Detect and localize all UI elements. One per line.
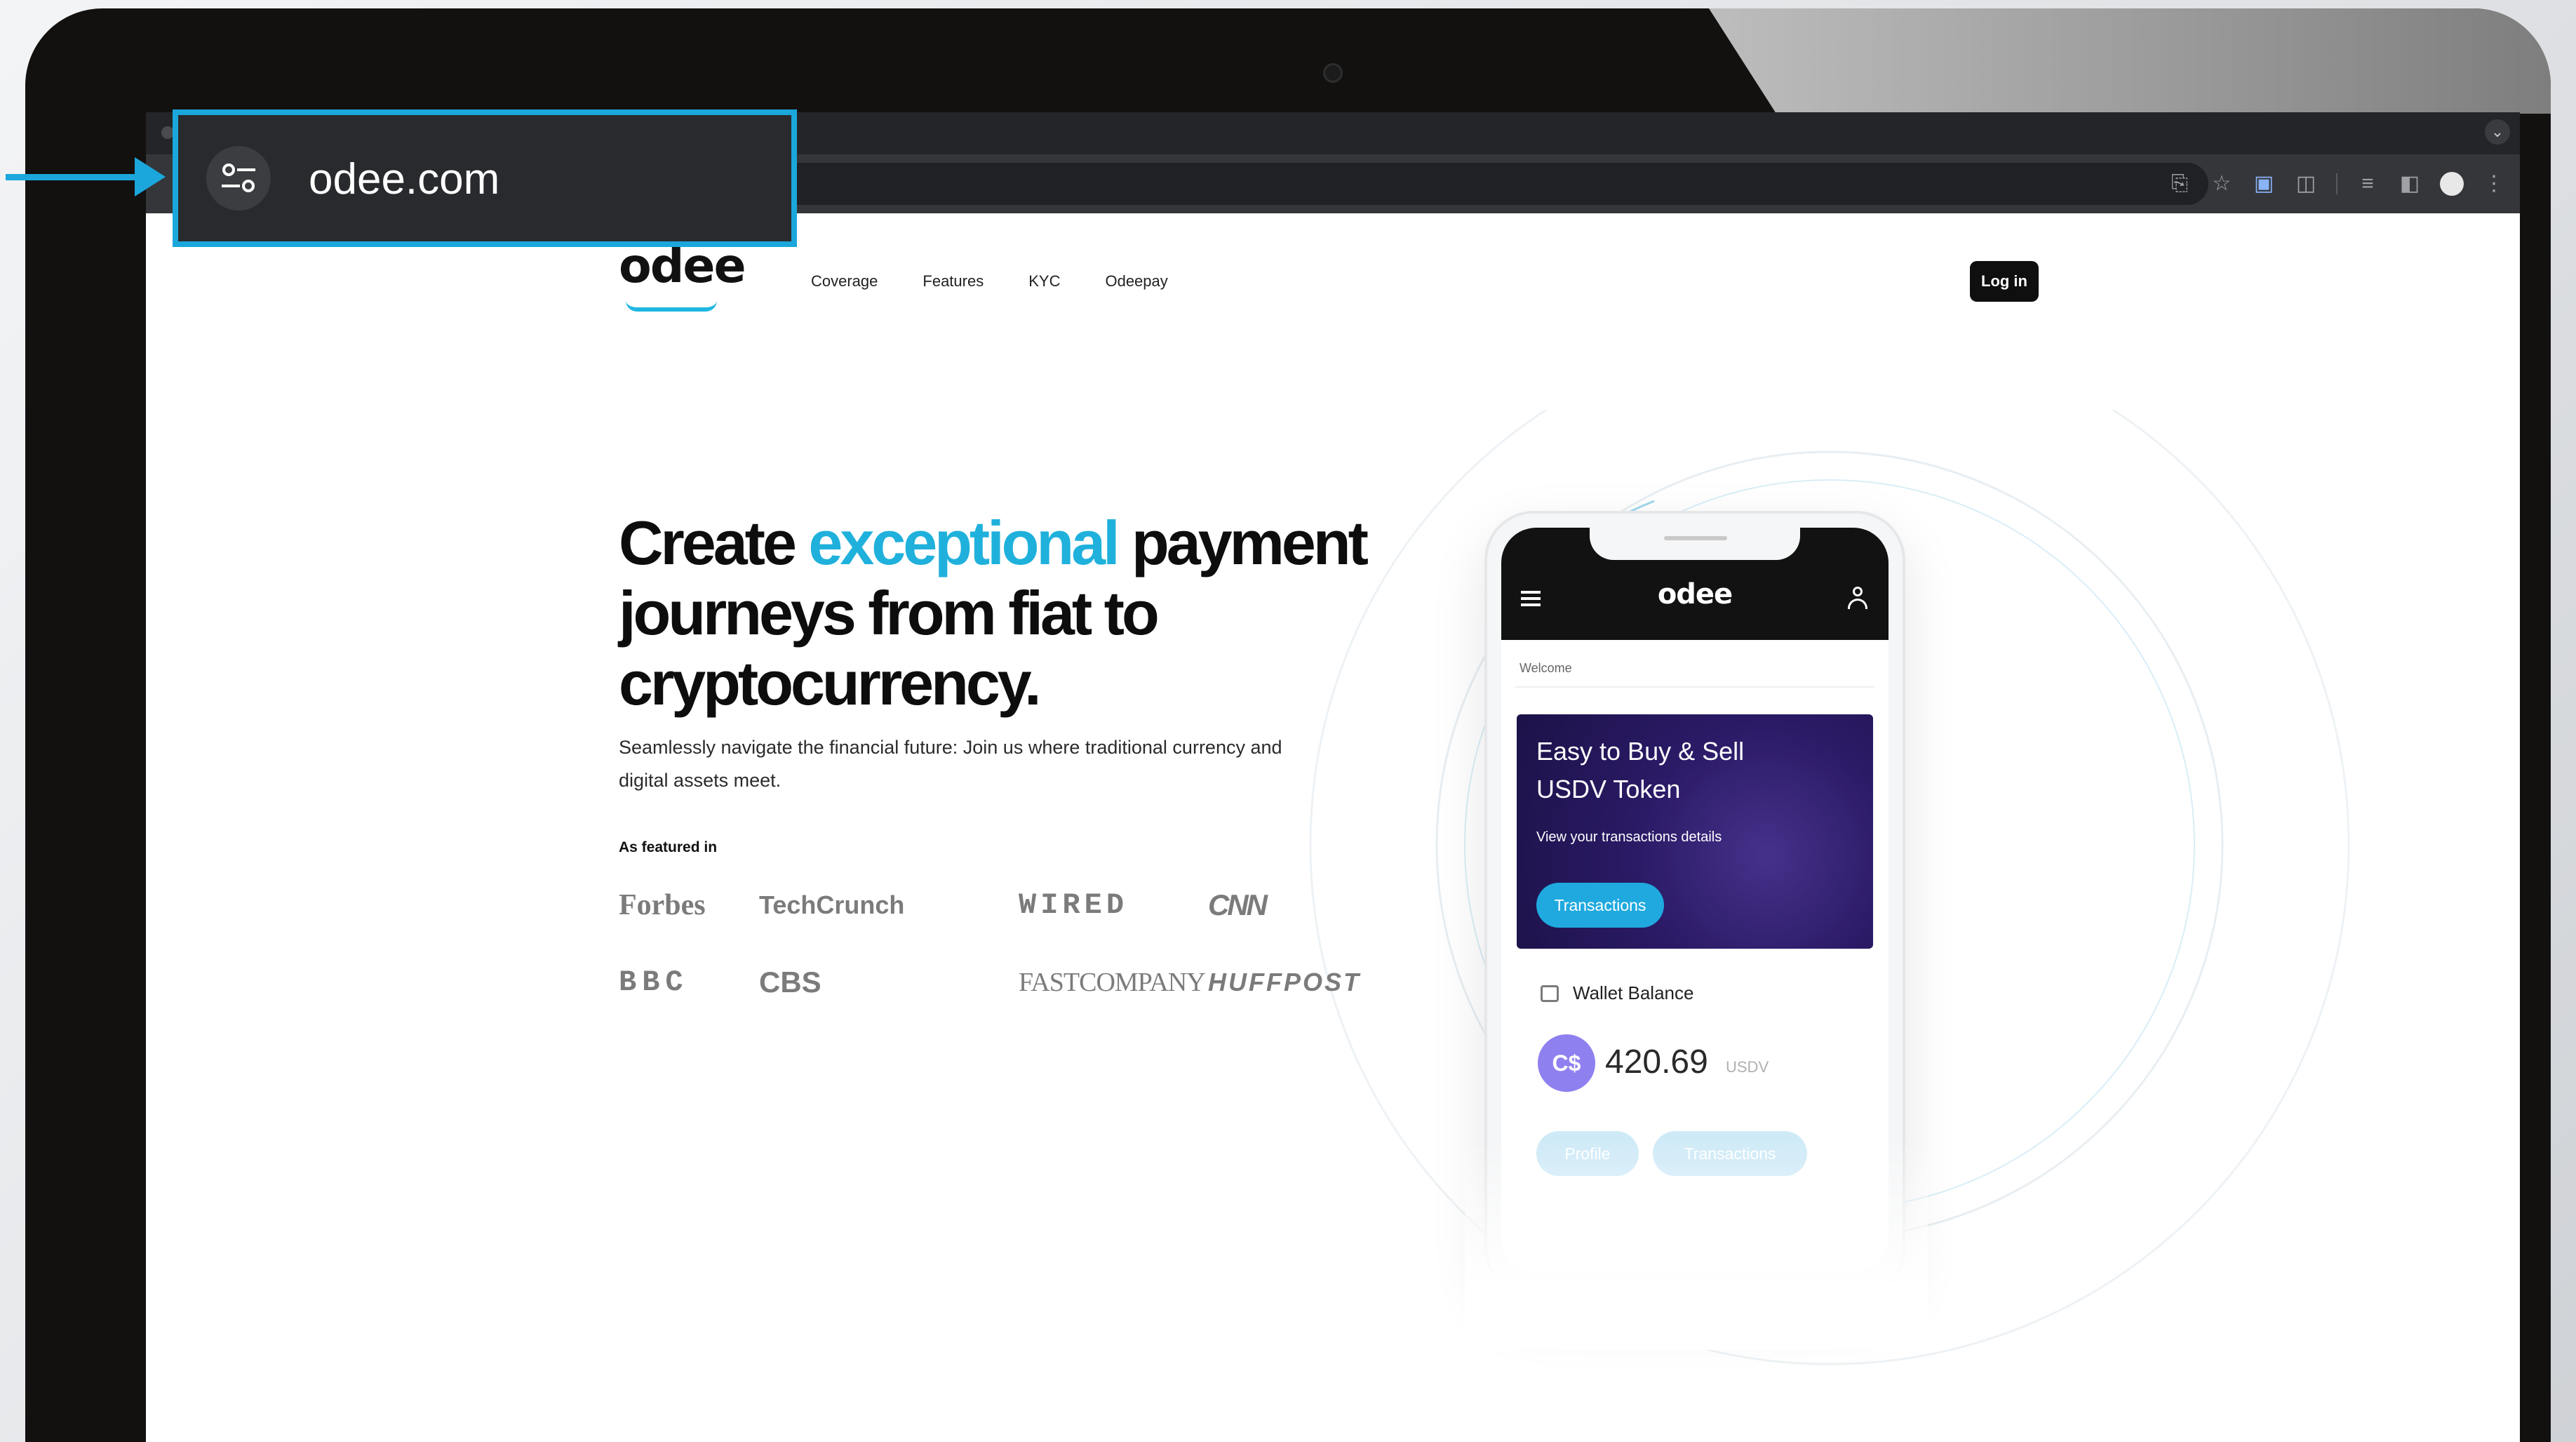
logo-swoosh [626, 300, 717, 312]
fastcompany-logo: FASTCOMPANY [1019, 968, 1206, 997]
currency-coin-icon: C$ [1538, 1034, 1595, 1092]
huffpost-logo: HUFFPOST [1208, 968, 1361, 996]
nav-coverage[interactable]: Coverage [811, 272, 878, 291]
phone-notch [1590, 528, 1800, 560]
lid-reflection [1709, 8, 2551, 114]
site-settings-icon[interactable] [206, 146, 271, 211]
wallet-icon [1541, 985, 1559, 1002]
bookmark-star-icon[interactable]: ☆ [2210, 173, 2234, 194]
press-logos: Forbes TechCrunch WIRED CNN BBC CBS FAST… [619, 887, 1361, 1001]
techcrunch-logo: TechCrunch [759, 890, 905, 919]
promo-title: Easy to Buy & Sell USDV Token [1536, 737, 1745, 803]
divider [1515, 686, 1874, 688]
balance-value: 420.69 [1605, 1043, 1708, 1081]
cbs-logo: CBS [759, 966, 821, 999]
welcome-text: Welcome [1520, 661, 1572, 675]
translate-icon[interactable]: ⎘ [2168, 173, 2192, 194]
nav-kyc[interactable]: KYC [1028, 272, 1060, 291]
app-header: odee [1501, 528, 1889, 640]
hero-subtitle: Seamlessly navigate the financial future… [619, 737, 1282, 791]
forbes-logo: Forbes [619, 889, 706, 921]
tab-search-chevron-icon[interactable]: ⌄ [2485, 119, 2510, 145]
cnn-logo: CNN [1208, 888, 1268, 921]
promo-card: Easy to Buy & Sell USDV Token View your … [1517, 714, 1873, 949]
wallet-label: Wallet Balance [1573, 982, 1694, 1003]
bbc-logo: BBC [619, 966, 689, 999]
profile-avatar[interactable] [2440, 172, 2464, 196]
hero-title-accent: exceptional [808, 508, 1120, 578]
browser-window: ⌄ ⎘ ☆ ▣ ◫ ≡ ◧ ⋮ odee Coverage Features K… [146, 112, 2520, 1442]
speaker-grille [1664, 536, 1727, 540]
url-callout: odee.com [173, 109, 797, 247]
login-button[interactable]: Log in [1970, 261, 2039, 302]
hero-title-part1: Create [619, 508, 809, 578]
more-menu-icon[interactable]: ⋮ [2482, 173, 2506, 194]
nav-features[interactable]: Features [923, 272, 984, 291]
web-page: odee Coverage Features KYC Odeepay Log i… [146, 213, 2520, 1442]
wired-logo: WIRED [1019, 888, 1129, 922]
hero-title: Create exceptional payment journeys from… [619, 508, 1390, 719]
callout-arrow-icon [135, 157, 166, 196]
side-panel-icon[interactable]: ◧ [2398, 173, 2422, 194]
user-icon[interactable] [1848, 587, 1867, 610]
phone-fade-overlay [1465, 1140, 1928, 1350]
promo-transactions-button[interactable]: Transactions [1536, 883, 1664, 928]
app-logo: odee [1657, 578, 1733, 610]
toolbar-actions: ⎘ ☆ ▣ ◫ ≡ ◧ ⋮ [2168, 166, 2506, 202]
url-text[interactable]: odee.com [309, 154, 499, 204]
featured-label: As featured in [619, 839, 718, 855]
reading-list-icon[interactable]: ≡ [2356, 173, 2380, 194]
extensions-puzzle-icon[interactable]: ◫ [2294, 173, 2318, 194]
callout-arrow-line [6, 174, 146, 180]
nav-odeepay[interactable]: Odeepay [1105, 272, 1167, 291]
balance-unit: USDV [1726, 1058, 1769, 1076]
promo-subtitle: View your transactions details [1536, 829, 1722, 845]
camera-icon [1323, 63, 1343, 83]
extension-translate-icon[interactable]: ▣ [2252, 173, 2276, 194]
main-nav: Coverage Features KYC Odeepay [811, 272, 1168, 291]
toolbar-divider [2336, 173, 2337, 194]
